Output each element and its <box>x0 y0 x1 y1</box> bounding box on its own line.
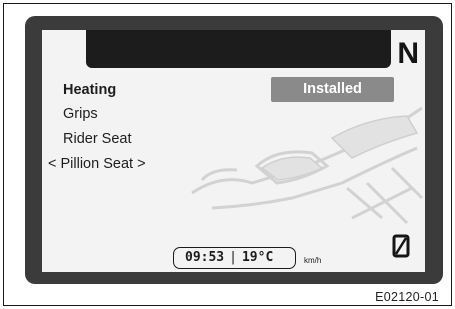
gear-indicator: N <box>397 37 419 70</box>
figure-id: E02120-01 <box>375 290 439 304</box>
seat-illustration <box>191 106 424 225</box>
menu-item-pillion-seat[interactable]: < Pillion Seat > <box>48 156 146 172</box>
display-screen: N Heating Grips Rider Seat < Pillion Sea… <box>42 30 425 272</box>
menu-title-heating: Heating <box>63 82 117 98</box>
top-status-bar <box>86 30 391 68</box>
speed-unit-label: km/h <box>304 256 322 265</box>
info-separator: | <box>229 250 237 265</box>
temperature-value: 19°C <box>241 250 274 265</box>
slashed-zero-icon <box>392 234 410 258</box>
time-temperature-box: 09:53 | 19°C <box>173 247 296 269</box>
figure-frame: N Heating Grips Rider Seat < Pillion Sea… <box>3 3 452 306</box>
installed-status-button[interactable]: Installed <box>271 77 394 102</box>
clock-time: 09:53 <box>185 250 225 265</box>
menu-item-rider-seat[interactable]: Rider Seat <box>63 131 132 147</box>
menu-item-grips[interactable]: Grips <box>63 106 98 122</box>
